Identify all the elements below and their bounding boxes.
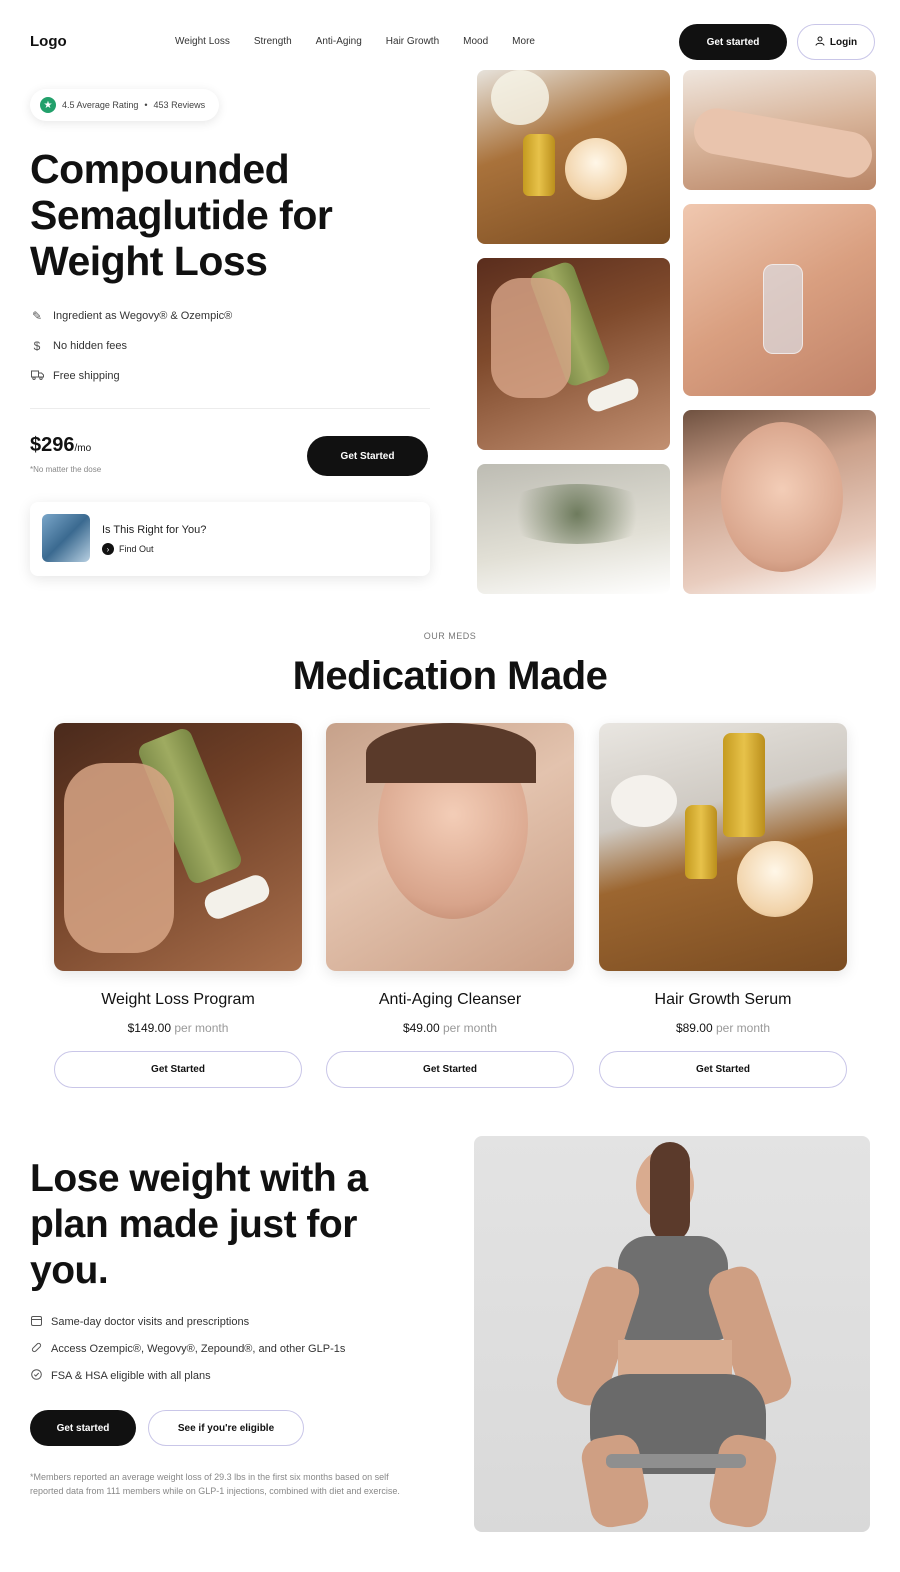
main-nav: Weight Loss Strength Anti-Aging Hair Gro… — [175, 36, 535, 47]
fitness-image — [474, 1136, 870, 1532]
collage-image-cream-tube — [477, 258, 670, 450]
login-button[interactable]: Login — [797, 24, 875, 60]
disclaimer: *Members reported an average weight loss… — [30, 1472, 400, 1496]
price-unit: /mo — [74, 443, 92, 454]
price-amount: $296 — [30, 434, 75, 456]
section-eyebrow: OUR MEDS — [423, 631, 477, 641]
price-period: per month — [174, 1021, 229, 1035]
benefit-item: Access Ozempic®, Wegovy®, Zepound®, and … — [30, 1340, 345, 1357]
hero-features: ✎ Ingredient as Wegovy® & Ozempic® $ No … — [30, 307, 232, 384]
product-price: $49.00 per month — [326, 1021, 574, 1035]
collage-image-plants — [477, 464, 670, 594]
nav-link-more[interactable]: More — [512, 36, 535, 47]
nav-link-strength[interactable]: Strength — [254, 36, 292, 47]
hero-divider — [30, 408, 430, 409]
product-name: Weight Loss Program — [101, 991, 255, 1008]
feature-text: Free shipping — [53, 369, 120, 382]
price-value: $149.00 — [127, 1021, 171, 1035]
price: $296/mo — [30, 434, 91, 457]
hero-title: Compounded Semaglutide for Weight Loss — [30, 146, 333, 284]
check-circle-icon — [30, 1368, 42, 1383]
collage-image-hands — [683, 70, 876, 190]
nav-link-hair-growth[interactable]: Hair Growth — [386, 36, 439, 47]
feature-text: No hidden fees — [53, 339, 127, 352]
arrow-right-icon: › — [102, 543, 114, 555]
product-get-started-button[interactable]: Get Started — [599, 1051, 847, 1088]
benefit-item: Same-day doctor visits and prescriptions — [30, 1313, 345, 1330]
product-price: $149.00 per month — [54, 1021, 302, 1035]
nav-link-anti-aging[interactable]: Anti-Aging — [316, 36, 362, 47]
calendar-icon — [30, 1315, 42, 1329]
benefit-text: Same-day doctor visits and prescriptions — [51, 1315, 250, 1328]
collage-image-cbd-board — [477, 70, 670, 244]
hero-get-started-button[interactable]: Get Started — [307, 436, 428, 476]
collage-image-portrait — [683, 410, 876, 594]
nav-link-mood[interactable]: Mood — [463, 36, 488, 47]
product-image-weight-loss[interactable] — [54, 723, 302, 971]
reviews-text: 453 Reviews — [153, 100, 206, 110]
nav-get-started-button[interactable]: Get started — [679, 24, 787, 60]
quiz-thumbnail — [42, 514, 90, 562]
user-icon — [815, 36, 825, 49]
price-period: per month — [716, 1021, 771, 1035]
feature-item: Free shipping — [30, 367, 232, 384]
quiz-card[interactable]: Is This Right for You? › Find Out — [30, 502, 430, 576]
product-image-hair-growth[interactable] — [599, 723, 847, 971]
rating-badge: ★ 4.5 Average Rating • 453 Reviews — [30, 89, 220, 121]
pen-icon: ✎ — [31, 308, 43, 323]
plan-benefits: Same-day doctor visits and prescriptions… — [30, 1313, 345, 1384]
login-label: Login — [829, 36, 858, 48]
dollar-icon: $ — [33, 338, 41, 353]
benefit-item: FSA & HSA eligible with all plans — [30, 1367, 345, 1384]
pill-icon — [30, 1342, 42, 1356]
feature-item: $ No hidden fees — [30, 337, 232, 354]
product-price: $89.00 per month — [599, 1021, 847, 1035]
product-image-anti-aging[interactable] — [326, 723, 574, 971]
quiz-title: Is This Right for You? — [102, 524, 207, 536]
product-name: Anti-Aging Cleanser — [378, 991, 522, 1008]
nav-link-weight-loss[interactable]: Weight Loss — [175, 36, 230, 47]
price-note: *No matter the dose — [30, 465, 102, 474]
plan-get-started-button[interactable]: Get started — [30, 1410, 136, 1446]
price-value: $49.00 — [402, 1021, 440, 1035]
product-name: Hair Growth Serum — [654, 991, 792, 1008]
find-out-label: Find Out — [119, 544, 154, 554]
price-period: per month — [443, 1021, 498, 1035]
product-get-started-button[interactable]: Get Started — [326, 1051, 574, 1088]
collage-image-serum-face — [683, 204, 876, 396]
plan-title: Lose weight with a plan made just for yo… — [30, 1157, 368, 1292]
find-out-link[interactable]: › Find Out — [102, 543, 154, 555]
feature-item: ✎ Ingredient as Wegovy® & Ozempic® — [30, 307, 232, 324]
product-get-started-button[interactable]: Get Started — [54, 1051, 302, 1088]
truck-icon — [30, 369, 44, 383]
price-value: $89.00 — [675, 1021, 713, 1035]
feature-text: Ingredient as Wegovy® & Ozempic® — [53, 309, 233, 322]
rating-text: 4.5 Average Rating — [62, 100, 139, 110]
meds-title: Medication Made — [292, 654, 608, 698]
logo[interactable]: Logo — [30, 33, 67, 50]
benefit-text: Access Ozempic®, Wegovy®, Zepound®, and … — [51, 1342, 346, 1355]
check-eligibility-button[interactable]: See if you're eligible — [148, 1410, 304, 1446]
rating-separator: • — [144, 100, 148, 110]
benefit-text: FSA & HSA eligible with all plans — [51, 1369, 211, 1382]
star-icon: ★ — [40, 97, 56, 113]
